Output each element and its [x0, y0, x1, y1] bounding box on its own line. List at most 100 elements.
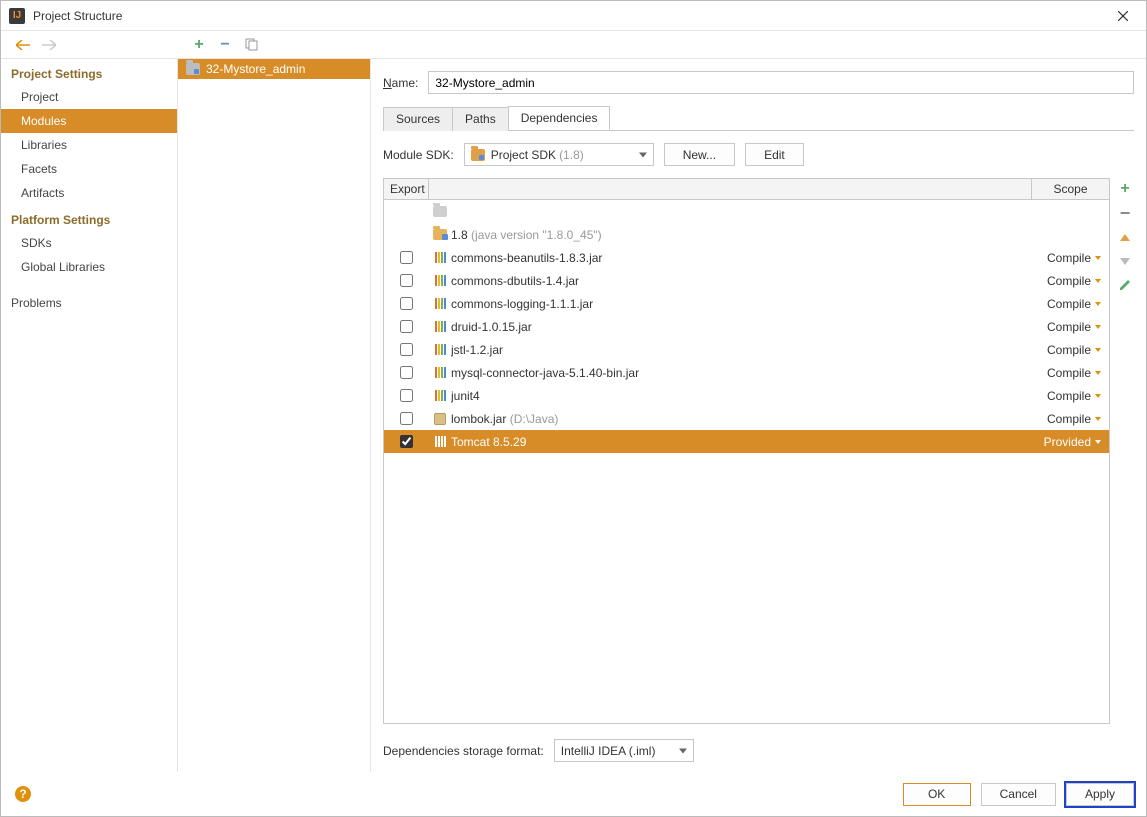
- project-settings-heading: Project Settings: [1, 59, 177, 85]
- dependencies-table-header: Export Scope: [384, 179, 1109, 200]
- scope-dropdown-icon[interactable]: [1091, 371, 1105, 375]
- scope-dropdown-icon[interactable]: [1091, 394, 1105, 398]
- platform-settings-heading: Platform Settings: [1, 205, 177, 231]
- dependency-scope[interactable]: Compile: [1031, 412, 1091, 426]
- export-checkbox[interactable]: [400, 274, 413, 287]
- add-dependency-button[interactable]: +: [1118, 182, 1132, 196]
- library-icon: [435, 321, 446, 332]
- source-folder-icon: [433, 206, 447, 217]
- dependency-row[interactable]: [384, 200, 1109, 223]
- scope-column-header[interactable]: Scope: [1031, 179, 1109, 199]
- edit-sdk-button[interactable]: Edit: [745, 143, 804, 166]
- library-icon: [435, 390, 446, 401]
- export-checkbox[interactable]: [400, 412, 413, 425]
- ok-button[interactable]: OK: [903, 783, 971, 806]
- storage-format-select[interactable]: IntelliJ IDEA (.iml): [554, 739, 694, 762]
- dependency-scope[interactable]: Compile: [1031, 251, 1091, 265]
- dependency-scope[interactable]: Compile: [1031, 320, 1091, 334]
- add-module-button[interactable]: +: [191, 37, 207, 53]
- storage-format-value: IntelliJ IDEA (.iml): [561, 744, 656, 758]
- module-icon: [186, 63, 200, 75]
- export-checkbox[interactable]: [400, 389, 413, 402]
- module-tree-item-label: 32-Mystore_admin: [206, 62, 305, 76]
- dependency-row[interactable]: 1.8 (java version "1.8.0_45"): [384, 223, 1109, 246]
- nav-item-libraries[interactable]: Libraries: [1, 133, 177, 157]
- dependency-scope[interactable]: Compile: [1031, 366, 1091, 380]
- module-sdk-select[interactable]: Project SDK (1.8): [464, 143, 654, 166]
- cancel-button[interactable]: Cancel: [981, 783, 1056, 806]
- dependency-name: commons-logging-1.1.1.jar: [451, 297, 1031, 311]
- nav-item-project[interactable]: Project: [1, 85, 177, 109]
- dependency-name: lombok.jar (D:\Java): [451, 412, 1031, 426]
- nav-item-artifacts[interactable]: Artifacts: [1, 181, 177, 205]
- scope-dropdown-icon[interactable]: [1091, 325, 1105, 329]
- forward-button[interactable]: [41, 37, 57, 53]
- dependencies-table: Export Scope 1.8 (java version "1.8.0_45…: [383, 178, 1110, 724]
- tab-sources[interactable]: Sources: [383, 107, 453, 131]
- remove-module-button[interactable]: −: [217, 37, 233, 53]
- close-icon[interactable]: [1108, 1, 1138, 31]
- dependency-name: Tomcat 8.5.29: [451, 435, 1031, 449]
- dependency-name: junit4: [451, 389, 1031, 403]
- help-icon[interactable]: ?: [15, 786, 31, 802]
- dependency-row[interactable]: mysql-connector-java-5.1.40-bin.jarCompi…: [384, 361, 1109, 384]
- dependency-row[interactable]: jstl-1.2.jarCompile: [384, 338, 1109, 361]
- library-icon: [435, 298, 446, 309]
- dependency-row[interactable]: commons-beanutils-1.8.3.jarCompile: [384, 246, 1109, 269]
- dependency-name: 1.8 (java version "1.8.0_45"): [451, 228, 1031, 242]
- nav-item-modules[interactable]: Modules: [1, 109, 177, 133]
- move-down-button[interactable]: [1118, 254, 1132, 268]
- new-sdk-button[interactable]: New...: [664, 143, 735, 166]
- edit-dependency-button[interactable]: [1118, 278, 1132, 292]
- sdk-folder-icon: [433, 229, 447, 240]
- apply-button[interactable]: Apply: [1066, 783, 1134, 806]
- library-icon: [435, 275, 446, 286]
- back-button[interactable]: [15, 37, 31, 53]
- tab-dependencies[interactable]: Dependencies: [508, 106, 611, 130]
- export-column-header[interactable]: Export: [384, 179, 429, 199]
- tab-paths[interactable]: Paths: [452, 107, 509, 131]
- window-title: Project Structure: [33, 9, 122, 23]
- dependency-scope[interactable]: Provided: [1031, 435, 1091, 449]
- scope-dropdown-icon[interactable]: [1091, 256, 1105, 260]
- dependency-row[interactable]: commons-logging-1.1.1.jarCompile: [384, 292, 1109, 315]
- module-tree: 32-Mystore_admin: [178, 59, 371, 772]
- nav-item-problems[interactable]: Problems: [1, 291, 177, 315]
- dependency-scope[interactable]: Compile: [1031, 343, 1091, 357]
- jar-icon: [434, 413, 446, 425]
- scope-dropdown-icon[interactable]: [1091, 348, 1105, 352]
- dependency-row[interactable]: Tomcat 8.5.29Provided: [384, 430, 1109, 453]
- dependency-row[interactable]: druid-1.0.15.jarCompile: [384, 315, 1109, 338]
- scope-dropdown-icon[interactable]: [1091, 417, 1105, 421]
- dependency-scope[interactable]: Compile: [1031, 389, 1091, 403]
- storage-format-label: Dependencies storage format:: [383, 744, 544, 758]
- dependency-scope[interactable]: Compile: [1031, 297, 1091, 311]
- export-checkbox[interactable]: [400, 320, 413, 333]
- export-checkbox[interactable]: [400, 343, 413, 356]
- nav-item-facets[interactable]: Facets: [1, 157, 177, 181]
- remove-dependency-button[interactable]: −: [1118, 206, 1132, 220]
- move-up-button[interactable]: [1118, 230, 1132, 244]
- export-checkbox[interactable]: [400, 366, 413, 379]
- module-name-input[interactable]: [428, 71, 1134, 94]
- scope-dropdown-icon[interactable]: [1091, 279, 1105, 283]
- export-checkbox[interactable]: [400, 251, 413, 264]
- dependency-row[interactable]: commons-dbutils-1.4.jarCompile: [384, 269, 1109, 292]
- copy-module-button[interactable]: [243, 37, 259, 53]
- dependency-scope[interactable]: Compile: [1031, 274, 1091, 288]
- export-checkbox[interactable]: [400, 297, 413, 310]
- export-checkbox[interactable]: [400, 435, 413, 448]
- module-tree-item[interactable]: 32-Mystore_admin: [178, 59, 370, 79]
- dependency-name: jstl-1.2.jar: [451, 343, 1031, 357]
- module-sdk-label: Module SDK:: [383, 148, 454, 162]
- dependency-row[interactable]: lombok.jar (D:\Java)Compile: [384, 407, 1109, 430]
- library-icon: [435, 344, 446, 355]
- dependency-row[interactable]: junit4Compile: [384, 384, 1109, 407]
- titlebar: IJ Project Structure: [1, 1, 1146, 31]
- scope-dropdown-icon[interactable]: [1091, 440, 1105, 444]
- nav-item-global-libraries[interactable]: Global Libraries: [1, 255, 177, 279]
- nav-item-sdks[interactable]: SDKs: [1, 231, 177, 255]
- scope-dropdown-icon[interactable]: [1091, 302, 1105, 306]
- module-sdk-detail: (1.8): [559, 148, 584, 162]
- module-sdk-value: Project SDK: [491, 148, 556, 162]
